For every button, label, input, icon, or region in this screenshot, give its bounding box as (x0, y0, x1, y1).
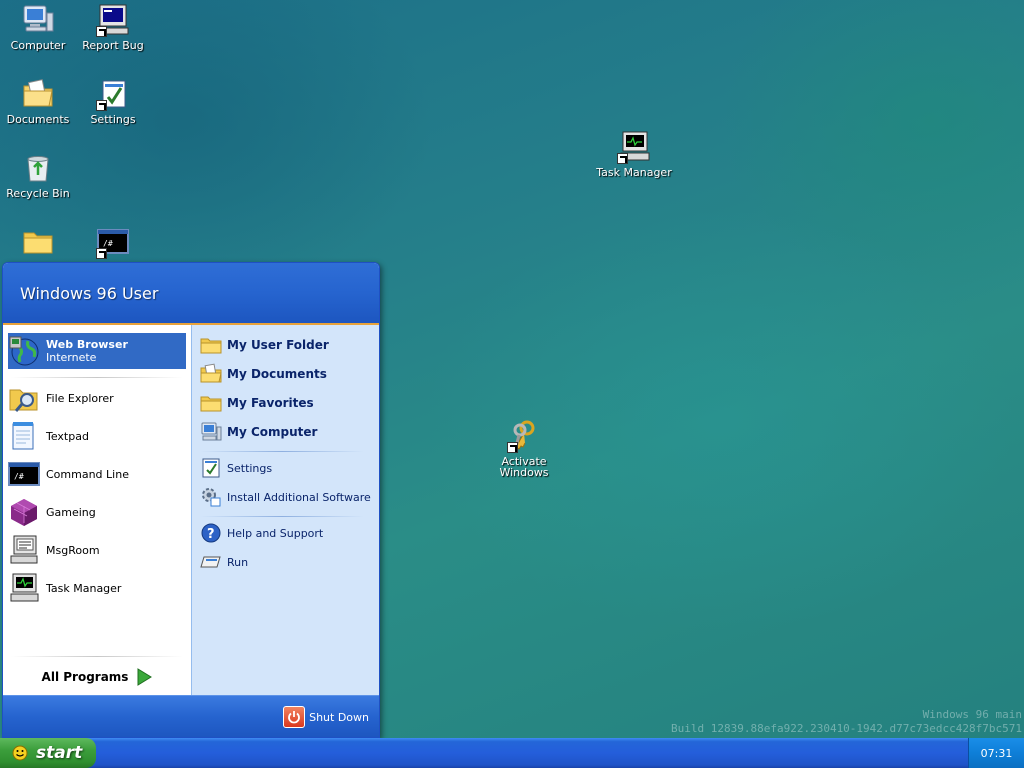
system-settings[interactable]: Settings (200, 455, 372, 481)
clock[interactable]: 07:31 (981, 747, 1013, 760)
place-my-documents[interactable]: My Documents (200, 361, 372, 387)
recycle-bin-icon (21, 151, 55, 185)
help-label: Run (227, 555, 249, 569)
task-manager-icon (8, 572, 40, 604)
start-button[interactable]: start (0, 738, 96, 768)
favorites-folder-icon (200, 392, 222, 414)
shut-down-button[interactable]: Shut Down (283, 705, 369, 729)
place-label: My Computer (227, 425, 318, 439)
all-programs-button[interactable]: All Programs (3, 657, 191, 697)
desktop-icon-label: Report Bug (82, 39, 144, 52)
program-textpad[interactable]: Textpad (8, 418, 186, 454)
desktop-icon-recycle-bin[interactable]: Recycle Bin (0, 151, 76, 199)
desktop-icon-label: Activate Windows (499, 455, 549, 479)
program-label: Textpad (46, 429, 89, 443)
pinned-subtitle: Internete (46, 351, 97, 364)
documents-folder-icon (200, 363, 222, 385)
folder-icon (21, 225, 55, 259)
desktop-icon-task-manager[interactable]: Task Manager (596, 130, 672, 178)
start-menu: Windows 96 User Web Browser Internete Fi… (2, 262, 380, 738)
place-label: My Favorites (227, 396, 314, 410)
program-file-explorer[interactable]: File Explorer (8, 380, 186, 416)
program-label: Gameing (46, 505, 96, 519)
documents-folder-icon (21, 77, 55, 111)
program-label: Task Manager (46, 581, 122, 595)
user-name: Windows 96 User (20, 284, 159, 303)
computer-icon (21, 3, 55, 37)
run-command[interactable]: Run (200, 549, 372, 575)
desktop-icon-computer[interactable]: Computer (0, 3, 76, 51)
place-my-user-folder[interactable]: My User Folder (200, 332, 372, 358)
pinned-web-browser[interactable]: Web Browser Internete (8, 333, 186, 369)
desktop-icon-activate-windows[interactable]: Activate Windows (486, 419, 562, 478)
desktop-icon-settings[interactable]: Settings (75, 77, 151, 125)
start-menu-header: Windows 96 User (3, 263, 379, 325)
place-my-favorites[interactable]: My Favorites (200, 390, 372, 416)
computer-icon (200, 421, 222, 443)
shut-down-label: Shut Down (309, 710, 369, 724)
desktop-icon-label: Computer (10, 39, 66, 52)
system-label: Settings (227, 461, 273, 475)
place-my-computer[interactable]: My Computer (200, 419, 372, 445)
start-label: start (36, 743, 83, 763)
start-menu-footer: Shut Down (3, 695, 379, 737)
program-label: File Explorer (46, 391, 114, 405)
desktop-icon-documents[interactable]: Documents (0, 77, 76, 125)
all-programs-label: All Programs (41, 670, 129, 684)
folder-icon (200, 334, 222, 356)
green-arrow-icon (137, 668, 153, 686)
programs-panel: Web Browser Internete File Explorer Text… (3, 325, 191, 697)
monitor-icon (96, 3, 130, 37)
program-gameing[interactable]: Gameing (8, 494, 186, 530)
keys-icon (507, 419, 541, 453)
smiley-icon (12, 745, 28, 761)
terminal-icon: /# (8, 458, 40, 490)
run-icon (200, 551, 222, 573)
desktop-icon-label: Task Manager (596, 166, 672, 179)
program-task-manager[interactable]: Task Manager (8, 570, 186, 606)
divider (11, 377, 183, 378)
power-icon (283, 706, 306, 728)
notepad-icon (8, 420, 40, 452)
desktop-icon-folder[interactable] (0, 225, 76, 262)
system-label: Install Additional Software (227, 490, 371, 504)
build-watermark: Windows 96 main Build 12839.88efa922.230… (671, 708, 1022, 736)
system-tray: 07:31 (968, 738, 1024, 768)
terminal-icon: /# (96, 225, 130, 259)
svg-text:/#: /# (103, 239, 113, 248)
desktop-icon-terminal[interactable]: /# (75, 225, 151, 262)
divider (200, 451, 364, 452)
desktop-icon-report-bug[interactable]: Report Bug (75, 3, 151, 51)
desktop-icon-label: Settings (90, 113, 136, 126)
program-label: MsgRoom (46, 543, 100, 557)
game-cube-icon (8, 496, 40, 528)
program-command-line[interactable]: /# Command Line (8, 456, 186, 492)
program-label: Command Line (46, 467, 129, 481)
desktop-icon-label: Documents (6, 113, 70, 126)
start-menu-body: Web Browser Internete File Explorer Text… (3, 325, 379, 697)
svg-text:/#: /# (14, 472, 24, 481)
help-and-support[interactable]: ? Help and Support (200, 520, 372, 546)
task-manager-icon (617, 130, 651, 164)
place-label: My Documents (227, 367, 327, 381)
file-explorer-icon (8, 382, 40, 414)
settings-icon (200, 457, 222, 479)
desktop-icon-label: Recycle Bin (6, 187, 70, 200)
msgroom-icon (8, 534, 40, 566)
settings-icon (96, 77, 130, 111)
pinned-title: Web Browser (46, 338, 128, 351)
help-label: Help and Support (227, 526, 324, 540)
places-panel: My User Folder My Documents My Favorites… (191, 325, 379, 697)
program-msgroom[interactable]: MsgRoom (8, 532, 186, 568)
help-icon: ? (200, 522, 222, 544)
system-install-software[interactable]: Install Additional Software (200, 484, 372, 510)
divider (200, 516, 364, 517)
web-browser-icon (8, 335, 40, 367)
gear-install-icon (200, 486, 222, 508)
taskbar: start 07:31 (0, 738, 1024, 768)
watermark-build: Build 12839.88efa922.230410-1942.d77c73e… (671, 722, 1022, 735)
place-label: My User Folder (227, 338, 329, 352)
svg-text:?: ? (207, 527, 215, 542)
watermark-edition: Windows 96 main (922, 708, 1022, 721)
